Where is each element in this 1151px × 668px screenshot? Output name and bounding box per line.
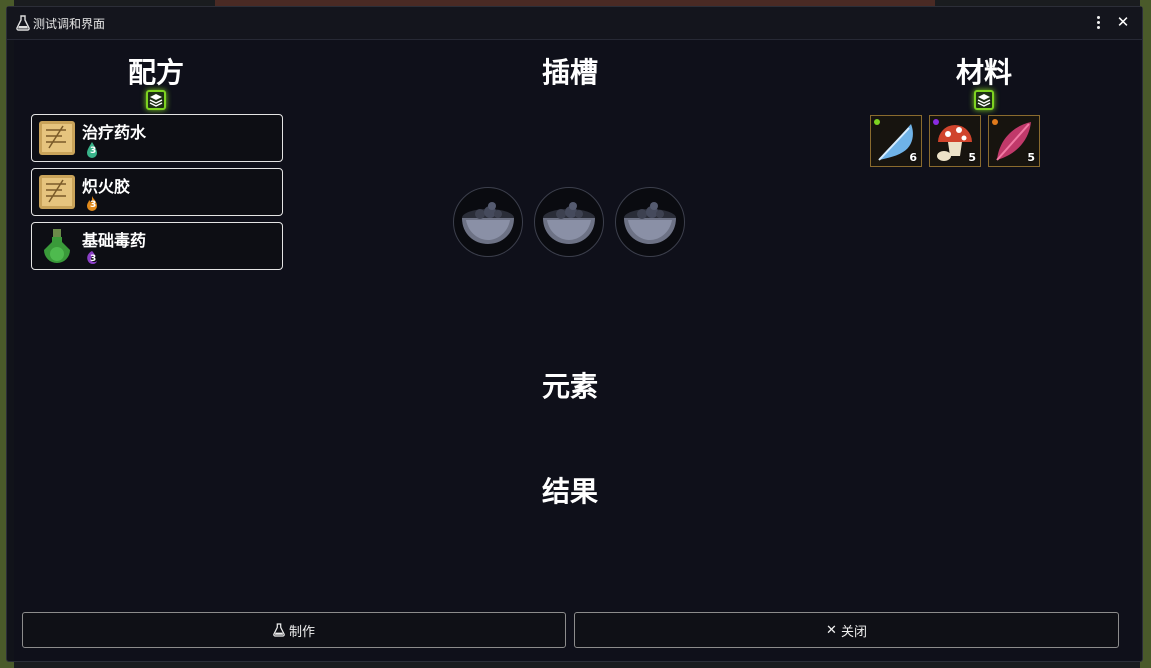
craft-button[interactable]: 制作 [22, 612, 566, 648]
recipe-count: 3 [90, 200, 97, 210]
close-icon: ✕ [826, 622, 837, 638]
layers-icon [149, 94, 163, 107]
ingredient-slot[interactable] [453, 187, 523, 257]
mortar-bowl-icon [462, 202, 514, 244]
recipes-heading: 配方 [127, 56, 184, 89]
recipe-name: 基础毒药 [82, 231, 147, 250]
material-count: 5 [1027, 151, 1035, 164]
close-window-icon[interactable]: ✕ [1114, 13, 1132, 31]
rarity-dot [992, 119, 998, 125]
close-button-label: 关闭 [840, 624, 867, 640]
material-item[interactable]: 5 [929, 115, 981, 167]
poison-bottle-icon [44, 229, 70, 263]
material-item[interactable]: 6 [870, 115, 922, 167]
flask-icon [273, 623, 285, 637]
ingredient-slot[interactable] [534, 187, 604, 257]
material-count: 5 [968, 151, 976, 164]
window-title: 测试调和界面 [33, 17, 106, 31]
mortar-bowl-icon [543, 202, 595, 244]
layers-icon [977, 94, 991, 107]
mortar-bowl-icon [624, 202, 676, 244]
recipe-item[interactable]: 治疗药水 3 [31, 114, 283, 162]
recipe-count: 3 [90, 254, 97, 264]
recipe-list: 治疗药水 3 炽火胶 3 基础毒药 3 [31, 114, 283, 276]
rarity-dot [874, 119, 880, 125]
result-heading: 结果 [541, 475, 598, 508]
material-count: 6 [909, 151, 917, 164]
recipe-item[interactable]: 炽火胶 3 [31, 168, 283, 216]
slots-heading: 插槽 [541, 56, 598, 89]
flask-icon [16, 15, 30, 31]
rarity-dot [933, 119, 939, 125]
crafting-dialog: 测试调和界面 ✕ 配方 插槽 材料 元素 结果 治疗药水 3 炽火胶 3 基础毒… [6, 6, 1143, 662]
recipe-name: 治疗药水 [82, 123, 147, 142]
ingredient-slot[interactable] [615, 187, 685, 257]
recipe-name: 炽火胶 [82, 177, 131, 196]
scroll-icon [39, 175, 75, 209]
recipes-stack-button[interactable] [146, 90, 166, 110]
close-button[interactable]: ✕ 关闭 [574, 612, 1119, 648]
elements-heading: 元素 [541, 370, 598, 403]
scroll-icon [39, 121, 75, 155]
craft-button-label: 制作 [288, 624, 315, 640]
recipe-item[interactable]: 基础毒药 3 [31, 222, 283, 270]
title-bar: 测试调和界面 ✕ [7, 7, 1142, 40]
material-item[interactable]: 5 [988, 115, 1040, 167]
recipe-count: 3 [90, 146, 97, 156]
more-options-icon[interactable] [1092, 14, 1104, 32]
materials-stack-button[interactable] [974, 90, 994, 110]
materials-heading: 材料 [955, 56, 1012, 89]
